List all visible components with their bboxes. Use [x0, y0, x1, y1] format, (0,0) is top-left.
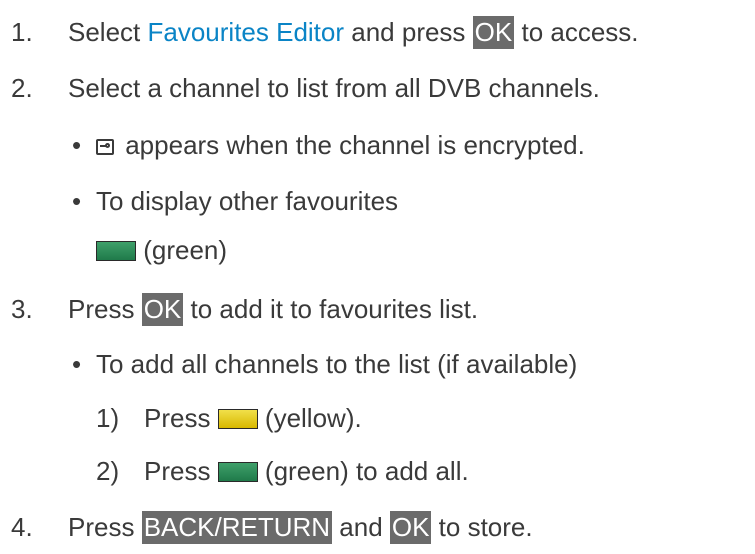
- bullet-icon: •: [72, 130, 82, 160]
- substep-text: (green) to add all.: [257, 456, 469, 486]
- swatch-label: (green): [136, 235, 228, 265]
- step-number: 3.: [11, 294, 33, 324]
- bullet-text: To add all channels to the list (if avai…: [96, 349, 578, 379]
- substep-2: 2) Press (green) to add all.: [96, 451, 469, 491]
- step-text: to access.: [514, 17, 639, 47]
- green-button-icon: [96, 241, 136, 261]
- ok-key-label: OK: [141, 293, 184, 326]
- step-number: 4.: [11, 512, 33, 542]
- green-button-icon: [217, 462, 258, 482]
- substep-text: (yellow).: [257, 403, 362, 433]
- bullet-text: appears when the channel is encrypted.: [118, 130, 585, 160]
- substep-number: 1): [96, 403, 120, 433]
- bullet-text: To display other favourites: [96, 186, 399, 216]
- yellow-button-icon: [217, 409, 258, 429]
- ok-key-label: OK: [472, 16, 515, 49]
- ok-key-label: OK: [389, 511, 432, 544]
- step-number: 2.: [11, 73, 33, 103]
- step-text: to add it to favourites list.: [183, 294, 479, 324]
- green-button-line: (green): [96, 230, 227, 270]
- step-text: to store.: [431, 512, 533, 542]
- bullet-other-favourites: • To display other favourites: [72, 181, 398, 221]
- step-text: Select a channel to list from all DVB ch…: [68, 73, 600, 103]
- substep-number: 2): [96, 456, 120, 486]
- step-1: 1. Select Favourites Editor and press OK …: [0, 12, 639, 52]
- step-text: and press: [344, 17, 473, 47]
- step-3: 3. Press OK to add it to favourites list.: [0, 289, 478, 329]
- step-number: 1.: [11, 17, 33, 47]
- substep-text: Press: [144, 456, 218, 486]
- step-text: and: [332, 512, 390, 542]
- favourites-editor-link[interactable]: Favourites Editor: [148, 17, 345, 47]
- bullet-encrypted: • appears when the channel is encrypted.: [72, 125, 585, 165]
- bullet-add-all: • To add all channels to the list (if ava…: [72, 344, 577, 384]
- step-2: 2. Select a channel to list from all DVB …: [0, 68, 600, 108]
- step-text: Press: [68, 512, 142, 542]
- back-return-key-label: BACK/RETURN: [141, 511, 333, 544]
- step-text: Press: [68, 294, 142, 324]
- substep-text: Press: [144, 403, 218, 433]
- step-text: Select: [68, 17, 148, 47]
- substep-1: 1) Press (yellow).: [96, 398, 362, 438]
- encrypted-icon: [96, 139, 114, 155]
- bullet-icon: •: [72, 349, 82, 379]
- bullet-icon: •: [72, 186, 82, 216]
- step-4: 4. Press BACK/RETURN and OK to store.: [0, 507, 533, 547]
